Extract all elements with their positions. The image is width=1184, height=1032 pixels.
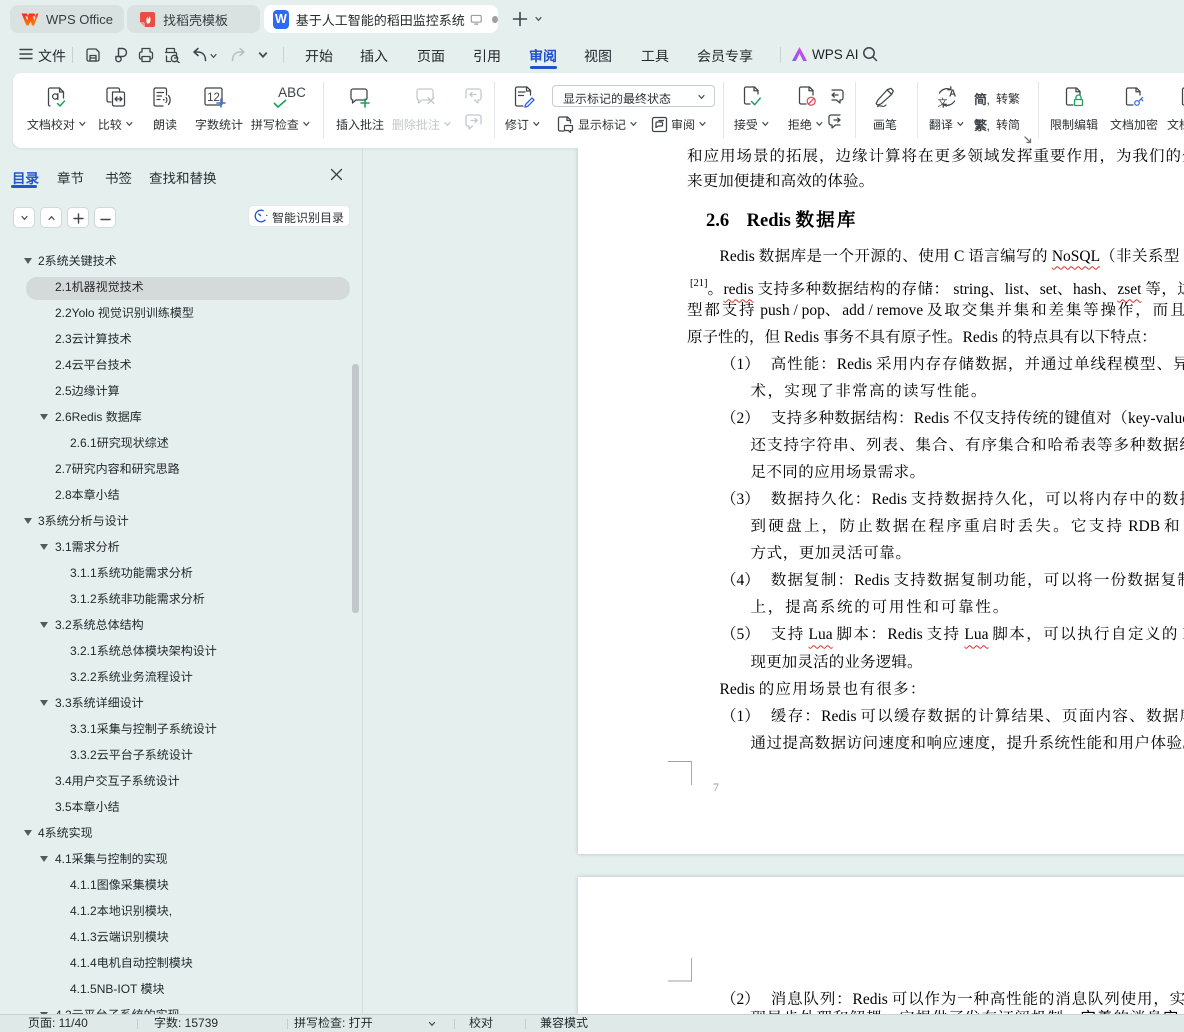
- svg-text:文: 文: [938, 94, 948, 108]
- svg-text:12: 12: [207, 92, 220, 104]
- svg-text:A: A: [949, 89, 956, 100]
